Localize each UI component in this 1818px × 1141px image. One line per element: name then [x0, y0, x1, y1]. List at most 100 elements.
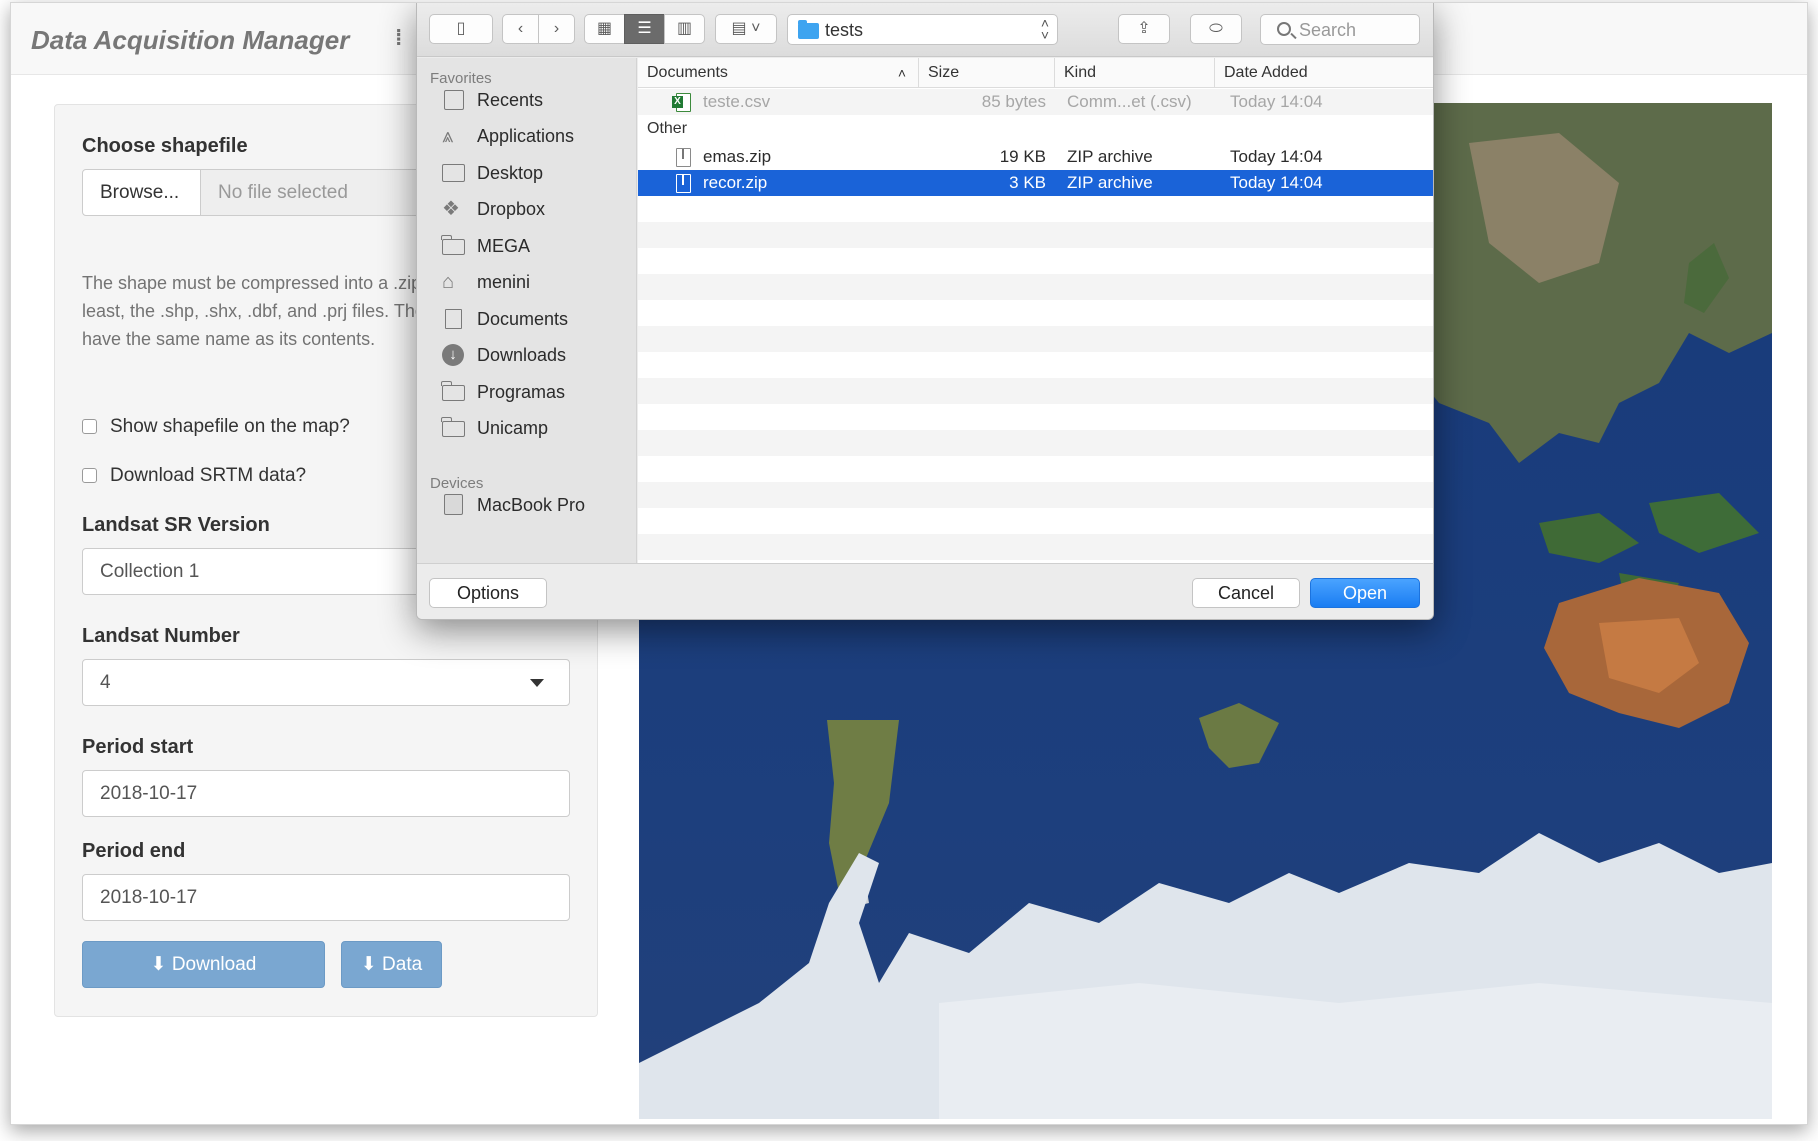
empty-row	[638, 430, 1433, 456]
sidebar-item-label: Recents	[477, 90, 544, 110]
shapefile-label: Choose shapefile	[82, 135, 248, 157]
landsat-number-label: Landsat Number	[82, 625, 240, 647]
forward-button[interactable]: ›	[538, 14, 575, 44]
group-icon: ▤ ˅	[731, 20, 761, 37]
folder-icon	[441, 381, 465, 401]
dialog-footer: Options Cancel Open	[417, 563, 1433, 619]
nav-menu-icon[interactable]: ⁞	[395, 25, 409, 50]
sidebar-item-mega[interactable]: MEGA	[441, 231, 632, 261]
period-end-value: 2018-10-17	[100, 887, 198, 908]
sidebar-item-label: MacBook Pro	[477, 495, 586, 515]
updown-arrows-icon: ˄ ˅	[1040, 15, 1049, 43]
data-button[interactable]: ⬇ Data	[341, 941, 442, 988]
file-size: 19 KB	[999, 147, 1046, 166]
tag-button[interactable]: ⬭	[1190, 14, 1242, 44]
icon-view-button[interactable]: ▦	[584, 14, 625, 44]
download-button[interactable]: ⬇ Download	[82, 941, 325, 988]
file-open-dialog: ▯ ‹ › ▦ ☰ ▥ ▤ ˅ tests ˄ ˅ ⇪ ⬭ Search Fav…	[416, 3, 1434, 620]
empty-row	[638, 326, 1433, 352]
browse-button[interactable]: Browse...	[82, 169, 201, 216]
list-view-button[interactable]: ☰	[624, 14, 665, 44]
sidebar-item-macbook-pro[interactable]: MacBook Pro	[442, 490, 632, 520]
group-label-other: Other	[647, 120, 688, 137]
column-kind-header[interactable]: Kind	[1055, 58, 1215, 88]
landsat-number-select[interactable]: 4	[82, 659, 570, 706]
file-date: Today 14:04	[1230, 92, 1323, 111]
search-input[interactable]: Search	[1260, 14, 1420, 45]
sidebar-item-label: Programas	[477, 382, 566, 402]
sidebar-item-dropbox[interactable]: ❖ Dropbox	[442, 194, 632, 224]
sidebar-item-desktop[interactable]: Desktop	[442, 158, 632, 188]
zip-file-icon	[676, 174, 691, 193]
sidebar-item-label: MEGA	[477, 236, 531, 256]
sidebar-item-recents[interactable]: Recents	[442, 85, 632, 115]
spreadsheet-file-icon	[672, 93, 691, 112]
sidebar-item-documents[interactable]: Documents	[442, 304, 632, 334]
icon-view-icon: ▦	[596, 20, 613, 37]
tag-icon: ⬭	[1209, 20, 1223, 37]
sidebar-item-programas[interactable]: Programas	[441, 377, 632, 407]
sidebar-item-applications[interactable]: ⩓ Applications	[442, 121, 632, 151]
sidebar-item-label: menini	[477, 272, 531, 292]
sidebar-item-label: Dropbox	[477, 199, 546, 219]
sidebar-toggle-button[interactable]: ▯	[429, 14, 493, 44]
sidebar-item-unicamp[interactable]: Unicamp	[441, 413, 632, 443]
sidebar-item-menini[interactable]: ⌂ menini	[442, 267, 632, 297]
folder-icon	[441, 235, 465, 255]
column-view-icon: ▥	[676, 20, 693, 37]
documents-icon	[445, 309, 462, 329]
file-size: 3 KB	[1009, 173, 1046, 192]
checkbox-box[interactable]	[82, 419, 97, 434]
file-kind: Comm...et (.csv)	[1067, 92, 1192, 111]
search-placeholder: Search	[1299, 20, 1357, 40]
file-kind: ZIP archive	[1067, 173, 1153, 192]
path-popup[interactable]: tests ˄ ˅	[787, 14, 1058, 45]
dialog-sidebar: Favorites Recents ⩓ Applications Desktop…	[417, 58, 637, 563]
folder-icon	[441, 417, 465, 437]
checkbox-box[interactable]	[82, 468, 97, 483]
file-kind: ZIP archive	[1067, 147, 1153, 166]
cancel-button[interactable]: Cancel	[1192, 578, 1300, 608]
column-header: Documents ˄ Size Kind Date Added	[638, 58, 1433, 88]
column-size-header[interactable]: Size	[919, 58, 1055, 88]
empty-row	[638, 378, 1433, 404]
file-date: Today 14:04	[1230, 147, 1323, 166]
file-row[interactable]: emas.zip 19 KB ZIP archive Today 14:04	[638, 144, 1433, 170]
sidebar-item-downloads[interactable]: ↓ Downloads	[442, 340, 632, 370]
column-name-header[interactable]: Documents ˄	[638, 58, 919, 88]
period-start-value: 2018-10-17	[100, 783, 198, 804]
share-button[interactable]: ⇪	[1118, 14, 1170, 44]
downloads-icon: ↓	[442, 344, 464, 366]
period-end-input[interactable]: 2018-10-17	[82, 874, 570, 921]
column-name-label: Documents	[647, 64, 728, 81]
chevron-up-icon: ˄	[897, 65, 906, 81]
desktop-icon	[442, 164, 465, 182]
download-srtm-checkbox[interactable]: Download SRTM data?	[82, 465, 306, 487]
column-view-button[interactable]: ▥	[664, 14, 705, 44]
file-date: Today 14:04	[1230, 173, 1323, 192]
file-name: emas.zip	[703, 147, 772, 166]
sidebar-item-label: Documents	[477, 309, 569, 329]
sidebar-item-label: Desktop	[477, 163, 544, 183]
empty-row	[638, 222, 1433, 248]
open-button[interactable]: Open	[1310, 578, 1420, 608]
landsat-version-label: Landsat SR Version	[82, 514, 270, 536]
file-row-selected[interactable]: recor.zip 3 KB ZIP archive Today 14:04	[638, 170, 1433, 196]
chevron-right-icon: ›	[553, 20, 560, 37]
dropbox-icon: ❖	[442, 198, 460, 220]
options-button[interactable]: Options	[429, 578, 547, 608]
chevron-down-icon	[530, 679, 544, 687]
back-button[interactable]: ‹	[502, 14, 539, 44]
search-icon	[1277, 22, 1291, 36]
file-name: teste.csv	[703, 92, 771, 111]
landsat-version-value: Collection 1	[100, 561, 200, 582]
period-start-label: Period start	[82, 736, 194, 758]
app-window: Data Acquisition Manager ⁞ Choose shapef…	[10, 2, 1808, 1125]
sidebar-item-label: Applications	[477, 126, 575, 146]
period-start-input[interactable]: 2018-10-17	[82, 770, 570, 817]
group-view-button[interactable]: ▤ ˅	[715, 14, 777, 44]
show-shapefile-checkbox[interactable]: Show shapefile on the map?	[82, 416, 350, 438]
landsat-number-value: 4	[100, 672, 111, 693]
column-date-header[interactable]: Date Added	[1215, 58, 1433, 88]
folder-icon	[798, 20, 819, 39]
